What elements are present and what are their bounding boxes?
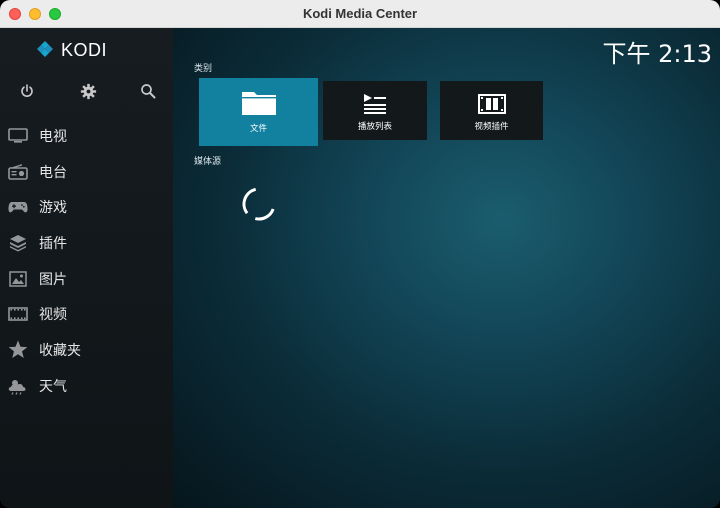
radio-icon [7,161,29,183]
power-button[interactable] [16,80,38,102]
gear-icon [80,83,96,99]
tile-files[interactable]: 文件 [199,78,318,146]
gamepad-icon [7,196,29,218]
sidebar-top-buttons [0,80,173,102]
sidebar-item-label: 电台 [39,164,67,181]
sidebar-item-games[interactable]: 游戏 [0,189,173,225]
sidebar-item-label: 游戏 [39,200,67,217]
clock: 下午 2:13 [602,40,712,68]
sidebar-item-label: 视频 [39,307,67,324]
sidebar-item-pictures[interactable]: 图片 [0,261,173,297]
kodi-logo-icon [37,41,53,57]
window-title: Kodi Media Center [302,6,418,21]
picture-icon [7,268,29,290]
film-icon [7,303,29,325]
addons-box-icon [7,232,29,254]
playlist-icon [362,90,388,118]
weather-icon [7,375,29,397]
sidebar-item-label: 电视 [39,128,67,145]
tile-label: 播放列表 [357,122,392,132]
sidebar-item-favourites[interactable]: 收藏夹 [0,332,173,368]
sidebar-item-weather[interactable]: 天气 [0,368,173,404]
main-content: 下午 2:13 类别 文件 播放列表 视频插件 媒体源 [173,28,720,508]
star-icon [7,339,29,361]
logo-text: KODI [61,39,108,60]
folder-icon [241,88,277,116]
sidebar-menu: 电视 电台 游戏 插件 图片 视频 收藏夹 天气 [0,118,173,404]
search-icon [141,84,156,99]
tile-label: 视频插件 [474,122,509,132]
video-addons-icon [477,90,506,118]
sources-heading: 媒体源 [194,157,222,167]
kodi-logo[interactable]: KODI [35,40,107,60]
sidebar: KODI 电视 电台 游戏 插件 图片 视频 收藏夹 天气 [0,28,173,508]
tile-playlists[interactable]: 播放列表 [323,81,427,140]
search-button[interactable] [137,80,159,102]
sidebar-item-label: 图片 [39,271,67,288]
tile-video-addons[interactable]: 视频插件 [440,81,543,140]
tile-label: 文件 [249,124,267,134]
sidebar-item-label: 天气 [39,378,67,395]
sidebar-item-tv[interactable]: 电视 [0,118,173,154]
sidebar-item-label: 插件 [39,235,67,252]
loading-spinner-icon [242,187,276,221]
sidebar-item-label: 收藏夹 [39,342,81,359]
sidebar-item-radio[interactable]: 电台 [0,154,173,190]
sidebar-item-videos[interactable]: 视频 [0,296,173,332]
tv-icon [7,125,29,147]
categories-heading: 类别 [194,64,213,74]
settings-button[interactable] [77,80,99,102]
app-window: Kodi Media Center KODI 电视 电台 游戏 插件 图片 视频… [0,0,720,508]
sidebar-item-addons[interactable]: 插件 [0,225,173,261]
power-icon [21,84,33,97]
title-bar: Kodi Media Center [0,0,720,28]
